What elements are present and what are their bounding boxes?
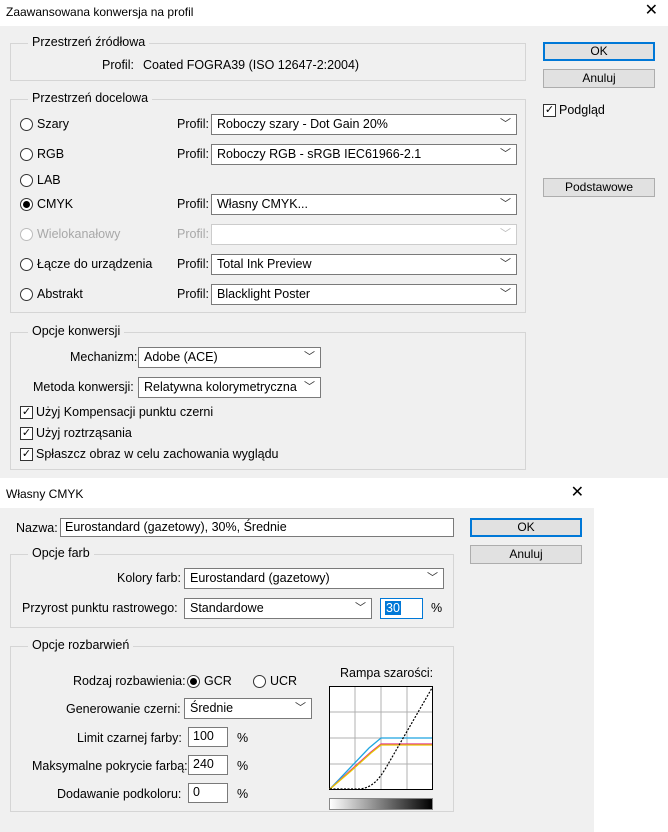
rgb-profile-label: Profil: xyxy=(177,147,209,161)
separation-type-label: Rodzaj rozbawienia: xyxy=(73,674,186,688)
black-ink-limit-input[interactable]: 100 xyxy=(188,727,228,747)
radio-cmyk-label: CMYK xyxy=(37,197,74,211)
radio-abstract-label: Abstrakt xyxy=(37,287,83,301)
multichannel-profile-label: Profil: xyxy=(177,227,209,241)
intent-select[interactable]: Relatywna kolorymetryczna ﹀ xyxy=(138,377,321,398)
radio-multichannel[interactable] xyxy=(20,228,33,241)
total-ink-limit-input[interactable]: 240 xyxy=(188,755,228,775)
radio-rgb[interactable] xyxy=(20,148,33,161)
gray-ramp-label: Rampa szarości: xyxy=(340,666,434,680)
ucr-amount-unit: % xyxy=(237,787,249,801)
radio-lab-label: LAB xyxy=(37,173,61,187)
ucr-amount-input[interactable]: 0 xyxy=(188,783,228,803)
dot-gain-input[interactable]: 30 xyxy=(380,598,423,619)
flatten-checkbox[interactable]: ✓ xyxy=(20,448,33,461)
gray-ramp-gradient xyxy=(329,798,433,810)
bpc-checkbox[interactable]: ✓ xyxy=(20,406,33,419)
gray-profile-select[interactable]: Roboczy szary - Dot Gain 20% ﹀ xyxy=(211,114,517,135)
radio-cmyk[interactable] xyxy=(20,198,33,211)
chevron-down-icon: ﹀ xyxy=(500,148,511,160)
abstract-profile-label: Profil: xyxy=(177,287,209,301)
ucr-amount-label: Dodawanie podkoloru: xyxy=(57,787,182,801)
close-icon[interactable]: ✕ xyxy=(571,484,584,502)
engine-select[interactable]: Adobe (ACE) ﹀ xyxy=(138,347,321,368)
gray-profile-label: Profil: xyxy=(177,117,209,131)
engine-label: Mechanizm: xyxy=(70,350,138,364)
dot-gain-unit: % xyxy=(431,601,443,615)
chevron-down-icon: ﹀ xyxy=(500,198,511,210)
black-generation-label: Generowanie czerni: xyxy=(66,702,181,716)
name-label: Nazwa: xyxy=(16,521,58,535)
dot-gain-label: Przyrost punktu rastrowego: xyxy=(22,601,178,615)
ok-button[interactable]: OK xyxy=(543,42,655,61)
radio-rgb-label: RGB xyxy=(37,147,65,161)
cmyk-profile-label: Profil: xyxy=(177,197,209,211)
multichannel-profile-select[interactable]: ﹀ xyxy=(211,224,517,245)
radio-gcr-label: GCR xyxy=(204,674,232,688)
black-generation-select[interactable]: Średnie ﹀ xyxy=(184,698,312,719)
radio-multichannel-label: Wielokanałowy xyxy=(37,227,121,241)
gray-ramp-graph xyxy=(329,686,433,790)
chevron-down-icon: ﹀ xyxy=(355,602,366,614)
total-ink-limit-unit: % xyxy=(237,759,249,773)
device-link-profile-select[interactable]: Total Ink Preview ﹀ xyxy=(211,254,517,275)
ink-colors-select[interactable]: Eurostandard (gazetowy) ﹀ xyxy=(184,568,444,589)
radio-lab[interactable] xyxy=(20,174,33,187)
flatten-label: Spłaszcz obraz w celu zachowania wyglądu xyxy=(36,447,279,461)
target-space-legend: Przestrzeń docelowa xyxy=(28,91,153,105)
black-ink-limit-label: Limit czarnej farby: xyxy=(77,731,182,745)
close-icon[interactable]: ✕ xyxy=(645,2,658,20)
chevron-down-icon: ﹀ xyxy=(304,351,315,363)
titlebar: Własny CMYK ✕ xyxy=(0,482,594,508)
custom-cmyk-dialog: Własny CMYK ✕ Nazwa: Eurostandard (gazet… xyxy=(0,482,594,832)
dot-gain-select[interactable]: Standardowe ﹀ xyxy=(184,598,372,619)
radio-gray-label: Szary xyxy=(37,117,69,131)
dialog-title: Zaawansowana konwersja na profil xyxy=(6,5,194,19)
radio-abstract[interactable] xyxy=(20,288,33,301)
abstract-profile-select[interactable]: Blacklight Poster ﹀ xyxy=(211,284,517,305)
source-profile-value: Coated FOGRA39 (ISO 12647-2:2004) xyxy=(143,58,360,72)
total-ink-limit-label: Maksymalne pokrycie farbą: xyxy=(32,759,188,773)
ok-button[interactable]: OK xyxy=(470,518,582,537)
ink-colors-label: Kolory farb: xyxy=(117,571,181,585)
radio-device-link-label: Łącze do urządzenia xyxy=(37,257,153,271)
name-input[interactable]: Eurostandard (gazetowy), 30%, Średnie xyxy=(60,518,454,537)
radio-gray[interactable] xyxy=(20,118,33,131)
radio-device-link[interactable] xyxy=(20,258,33,271)
cmyk-profile-select[interactable]: Własny CMYK... ﹀ xyxy=(211,194,517,215)
titlebar: Zaawansowana konwersja na profil ✕ xyxy=(0,0,668,26)
radio-ucr-label: UCR xyxy=(270,674,298,688)
radio-ucr[interactable] xyxy=(253,675,266,688)
chevron-down-icon: ﹀ xyxy=(427,572,438,584)
dither-label: Użyj roztrząsania xyxy=(36,426,132,440)
device-link-profile-label: Profil: xyxy=(177,257,209,271)
rgb-profile-select[interactable]: Roboczy RGB - sRGB IEC61966-2.1 ﹀ xyxy=(211,144,517,165)
cancel-button[interactable]: Anuluj xyxy=(470,545,582,564)
chevron-down-icon: ﹀ xyxy=(500,228,511,240)
source-space-legend: Przestrzeń źródłowa xyxy=(28,35,150,49)
black-ink-limit-unit: % xyxy=(237,731,249,745)
separation-options-legend: Opcje rozbarwień xyxy=(28,638,134,652)
chevron-down-icon: ﹀ xyxy=(304,381,315,393)
bpc-label: Użyj Kompensacji punktu czerni xyxy=(36,405,214,419)
cancel-button[interactable]: Anuluj xyxy=(543,69,655,88)
dither-checkbox[interactable]: ✓ xyxy=(20,427,33,440)
chevron-down-icon: ﹀ xyxy=(500,258,511,270)
source-profile-label: Profil: xyxy=(102,58,134,72)
dialog-title: Własny CMYK xyxy=(6,487,84,501)
radio-gcr[interactable] xyxy=(187,675,200,688)
intent-label: Metoda konwersji: xyxy=(33,380,134,394)
chevron-down-icon: ﹀ xyxy=(295,702,306,714)
preview-checkbox[interactable]: ✓ xyxy=(543,104,556,117)
defaults-button[interactable]: Podstawowe xyxy=(543,178,655,197)
advanced-conversion-dialog: Zaawansowana konwersja na profil ✕ Przes… xyxy=(0,0,668,478)
conversion-options-legend: Opcje konwersji xyxy=(28,324,125,338)
chevron-down-icon: ﹀ xyxy=(500,288,511,300)
chevron-down-icon: ﹀ xyxy=(500,118,511,130)
preview-label: Podgląd xyxy=(559,103,605,117)
ink-options-legend: Opcje farb xyxy=(28,546,94,560)
